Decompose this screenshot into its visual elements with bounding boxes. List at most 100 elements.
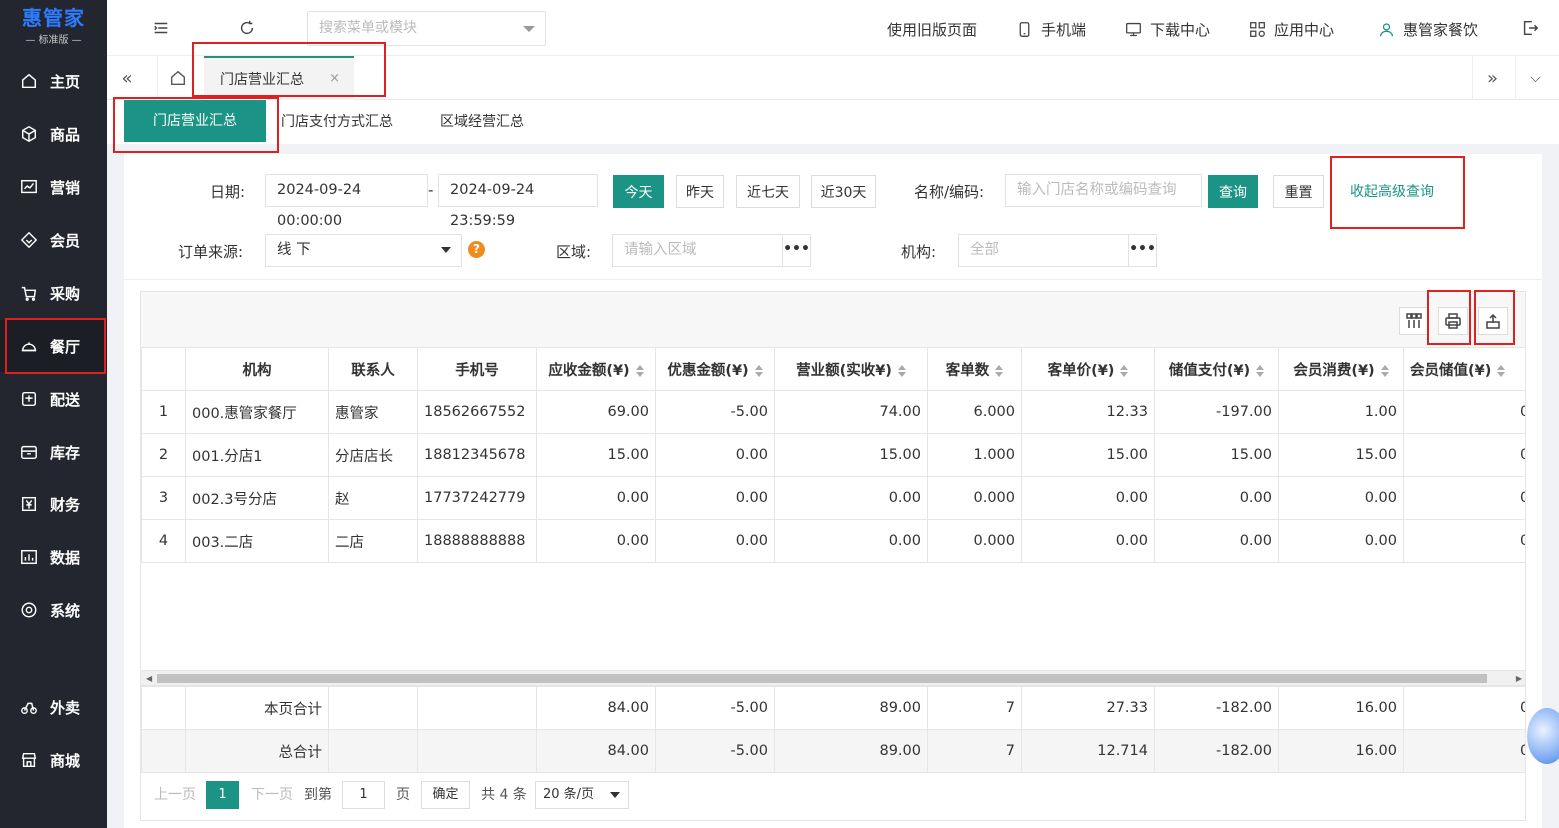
user-name: 惠管家餐饮 bbox=[1403, 20, 1479, 39]
cell-discount: 0.00 bbox=[655, 433, 775, 477]
user-menu[interactable]: 惠管家餐饮 bbox=[1378, 19, 1478, 39]
sidebar-item-takeout[interactable]: 外卖 bbox=[0, 681, 107, 733]
tab-store-summary[interactable]: 门店营业汇总 × bbox=[204, 56, 354, 100]
yesterday-button[interactable]: 昨天 bbox=[676, 175, 724, 208]
column-header[interactable]: 机构 bbox=[185, 347, 329, 391]
next-page-button[interactable]: 下一页 bbox=[251, 781, 293, 809]
date-start-input[interactable]: 2024-09-24 00:00:00 bbox=[265, 174, 428, 229]
sidebar-item-system[interactable]: 系统 bbox=[0, 584, 107, 636]
sidebar-item-goods[interactable]: 商品 bbox=[0, 108, 107, 160]
menu-toggle-icon[interactable] bbox=[151, 18, 171, 38]
table-row[interactable]: 1 000.惠管家餐厅 惠管家 18562667552 69.00 -5.00 … bbox=[141, 390, 1525, 434]
column-header[interactable]: 手机号 bbox=[417, 347, 537, 391]
column-header[interactable]: 客单价(¥) bbox=[1021, 347, 1155, 391]
cell-receivable: 69.00 bbox=[536, 390, 656, 434]
sidebar-item-mall[interactable]: 商城 bbox=[0, 734, 107, 786]
reset-button[interactable]: 重置 bbox=[1273, 175, 1324, 208]
cell-discount: 0.00 bbox=[655, 519, 775, 563]
cell-org: 000.惠管家餐厅 bbox=[185, 390, 329, 434]
tab-home[interactable] bbox=[157, 56, 197, 100]
mobile-link[interactable]: 手机端 bbox=[1016, 19, 1086, 39]
org-placeholder: 全部 bbox=[970, 242, 999, 258]
sidebar-item-finance[interactable]: 财务 bbox=[0, 478, 107, 530]
last-30-days-button[interactable]: 近30天 bbox=[811, 175, 876, 208]
date-end-input[interactable]: 2024-09-24 23:59:59 bbox=[438, 174, 598, 229]
print-icon[interactable] bbox=[1438, 307, 1468, 335]
subtab-store-summary[interactable]: 门店营业汇总 bbox=[124, 100, 266, 142]
monitor-icon bbox=[1126, 22, 1141, 36]
columns-icon[interactable] bbox=[1399, 307, 1429, 335]
sidebar-item-restaurant[interactable]: 餐厅 bbox=[0, 320, 107, 372]
old-page-link[interactable]: 使用旧版页面 bbox=[887, 19, 977, 39]
table-row[interactable]: 2 001.分店1 分店店长 18812345678 15.00 0.00 15… bbox=[141, 433, 1525, 477]
cell-org: 002.3号分店 bbox=[185, 476, 329, 520]
tabs-scroll-left-icon[interactable]: « bbox=[107, 56, 147, 100]
sidebar-item-delivery[interactable]: 配送 bbox=[0, 373, 107, 425]
sidebar-item-home[interactable]: 主页 bbox=[0, 55, 107, 107]
close-icon[interactable]: × bbox=[329, 71, 340, 86]
cell-avg: 0.00 bbox=[1021, 476, 1155, 520]
chevron-down-icon[interactable]: ⌵ bbox=[1515, 56, 1555, 100]
region-input[interactable]: 请输入区域 ••• bbox=[612, 234, 811, 267]
download-center-link[interactable]: 下载中心 bbox=[1125, 19, 1210, 39]
today-button[interactable]: 今天 bbox=[613, 175, 664, 208]
column-header[interactable]: 应收金额(¥) bbox=[536, 347, 656, 391]
page-size-select[interactable]: 20 条/页 bbox=[535, 781, 629, 809]
store-search-input[interactable]: 输入门店名称或编码查询 bbox=[1005, 174, 1202, 207]
column-header[interactable]: 营业额(实收¥) bbox=[774, 347, 928, 391]
order-source-select[interactable]: 线 下 bbox=[265, 234, 462, 267]
current-page[interactable]: 1 bbox=[206, 781, 239, 809]
sidebar-item-label: 会员 bbox=[50, 231, 81, 250]
sidebar: 惠管家 — 标准版 — 主页 商品 营销 会员 采购 餐厅 配送 库存 财务 数… bbox=[0, 0, 107, 828]
column-header[interactable]: 优惠金额(¥) bbox=[655, 347, 775, 391]
help-icon[interactable]: ? bbox=[468, 241, 485, 258]
scrollbar-thumb[interactable] bbox=[157, 674, 1487, 683]
chevron-down-icon bbox=[523, 26, 535, 32]
cell-member-spend: 0.00 bbox=[1278, 476, 1404, 520]
column-header[interactable]: 储值支付(¥) bbox=[1154, 347, 1279, 391]
sidebar-item-data[interactable]: 数据 bbox=[0, 531, 107, 583]
column-header[interactable]: 会员消费(¥) bbox=[1278, 347, 1404, 391]
more-icon[interactable]: ••• bbox=[782, 235, 810, 266]
cell-orders: 0.000 bbox=[927, 519, 1022, 563]
export-icon[interactable] bbox=[1478, 307, 1508, 335]
more-icon[interactable]: ••• bbox=[1128, 235, 1156, 266]
sidebar-item-marketing[interactable]: 营销 bbox=[0, 161, 107, 213]
assistant-bubble-icon[interactable] bbox=[1527, 708, 1559, 764]
cell-discount: 0.00 bbox=[655, 476, 775, 520]
table-row[interactable]: 4 003.二店 二店 18888888888 0.00 0.00 0.00 0… bbox=[141, 519, 1525, 563]
sidebar-item-purchase[interactable]: 采购 bbox=[0, 267, 107, 319]
column-header[interactable]: 会员储值(¥) bbox=[1403, 347, 1525, 391]
total-label: 本页合计 bbox=[185, 686, 329, 730]
page-size-value: 20 条/页 bbox=[543, 787, 595, 802]
horizontal-scrollbar[interactable]: ◀ ▶ bbox=[141, 670, 1525, 686]
collapse-advanced-link[interactable]: 收起高级查询 bbox=[1350, 181, 1434, 201]
org-input[interactable]: 全部 ••• bbox=[958, 234, 1157, 267]
total-revenue: 89.00 bbox=[774, 686, 928, 730]
sort-icon bbox=[1380, 364, 1389, 377]
table-row[interactable]: 3 002.3号分店 赵 17737242779 0.00 0.00 0.00 … bbox=[141, 476, 1525, 520]
scroll-right-icon[interactable]: ▶ bbox=[1516, 674, 1522, 683]
row-index: 3 bbox=[141, 476, 186, 520]
total-receivable: 84.00 bbox=[536, 686, 656, 730]
page-number-input[interactable]: 1 bbox=[342, 781, 385, 809]
last-7-days-button[interactable]: 近七天 bbox=[736, 175, 800, 208]
sidebar-item-inventory[interactable]: 库存 bbox=[0, 426, 107, 478]
column-header[interactable]: 客单数 bbox=[927, 347, 1022, 391]
goto-confirm-button[interactable]: 确定 bbox=[421, 781, 470, 809]
menu-search-input[interactable]: 搜索菜单或模块 bbox=[307, 11, 546, 46]
subtab-payment-summary[interactable]: 门店支付方式汇总 bbox=[277, 100, 397, 144]
row-index: 1 bbox=[141, 390, 186, 434]
subtab-region-summary[interactable]: 区域经营汇总 bbox=[432, 100, 532, 144]
top-bar: 搜索菜单或模块 使用旧版页面 手机端 下载中心 应用中心 惠管家餐饮 bbox=[107, 0, 1559, 56]
query-button[interactable]: 查询 bbox=[1208, 175, 1258, 208]
tabs-scroll-right-icon[interactable]: » bbox=[1472, 56, 1512, 100]
column-header[interactable]: 联系人 bbox=[328, 347, 418, 391]
prev-page-button[interactable]: 上一页 bbox=[154, 781, 196, 809]
scroll-left-icon[interactable]: ◀ bbox=[146, 674, 152, 683]
app-center-link[interactable]: 应用中心 bbox=[1249, 19, 1334, 39]
sidebar-item-member[interactable]: 会员 bbox=[0, 214, 107, 266]
sidebar-item-label: 商城 bbox=[50, 751, 81, 770]
logout-icon[interactable] bbox=[1520, 18, 1540, 38]
refresh-icon[interactable] bbox=[237, 18, 257, 38]
